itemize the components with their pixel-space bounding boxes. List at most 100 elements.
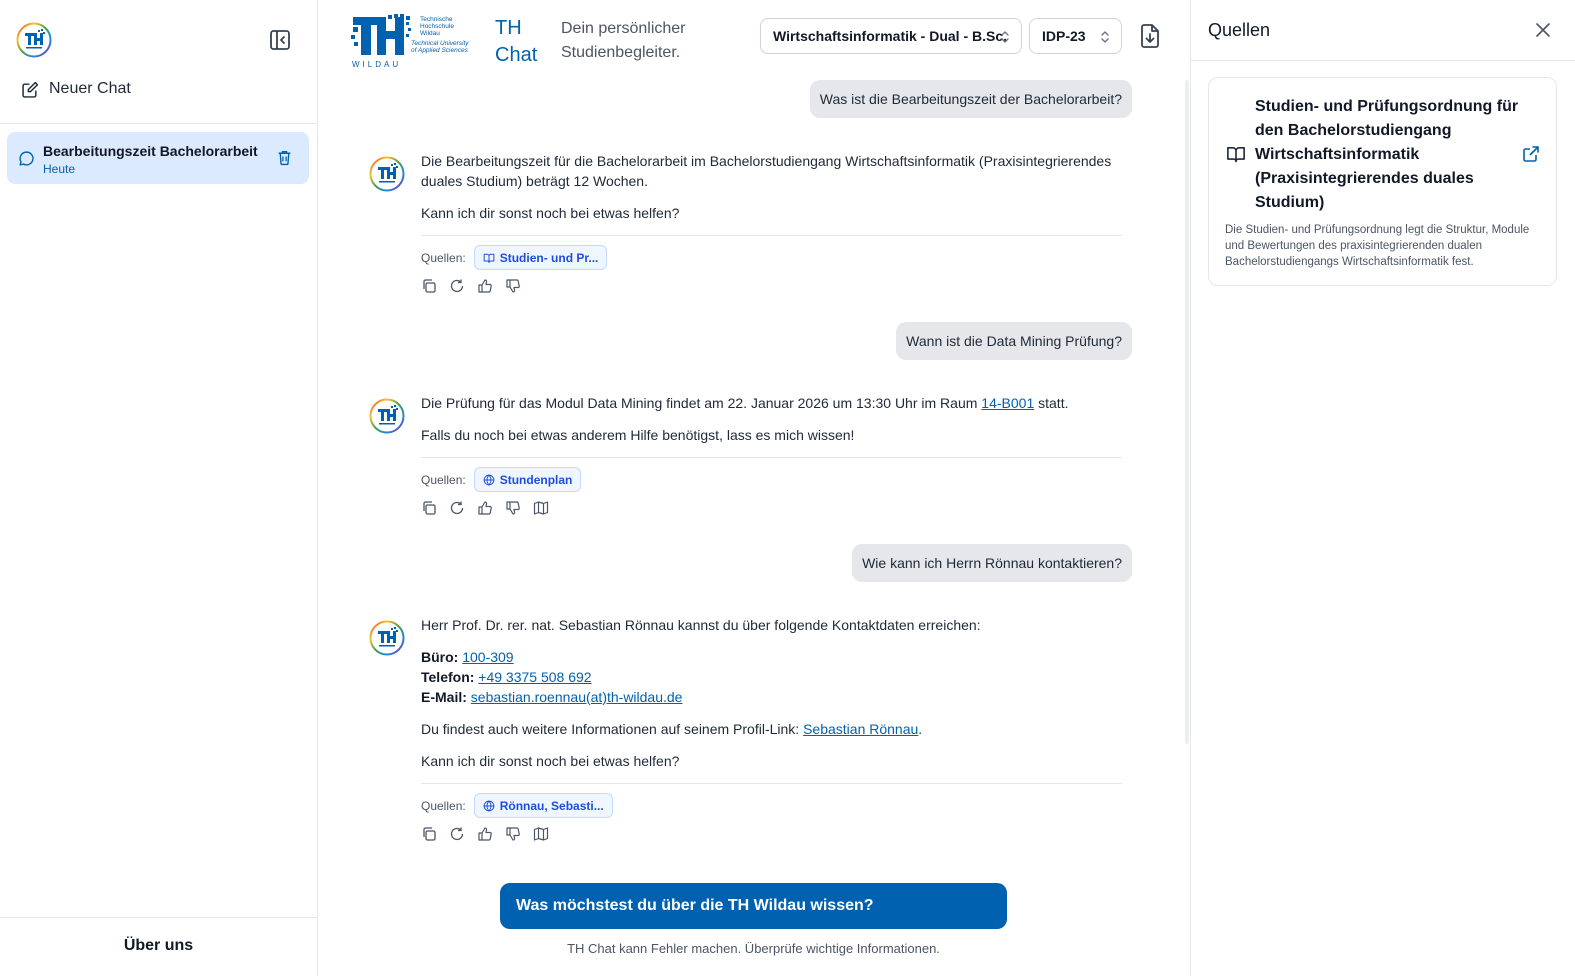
tagline-line2: Studienbegleiter. [561,44,681,61]
svg-text:Technical University: Technical University [411,40,469,47]
sources-row: Quellen: Studien- und Pr... [421,245,608,270]
chat-history-title: Bearbeitungszeit Bachelorarbeit [43,143,258,159]
message-paragraph: Die Prüfung für das Modul Data Mining fi… [421,393,1121,413]
source-chip[interactable]: Stundenplan [473,467,582,492]
regenerate-icon[interactable] [449,500,465,516]
user-message: Wann ist die Data Mining Prüfung? [896,322,1132,360]
svg-text:Hochschule: Hochschule [420,23,454,30]
thumbs-up-icon[interactable] [477,500,493,516]
message-actions [421,500,549,516]
chevron-up-down-icon [998,29,1012,45]
brand-title-line2: Chat [495,44,538,66]
map-icon[interactable] [533,826,549,842]
trash-icon[interactable] [276,149,293,166]
exam-regulation-select[interactable]: IDP-23 [1029,18,1122,54]
sources-label: Quellen: [421,250,466,265]
about-us-link[interactable]: Über uns [0,937,317,955]
message-paragraph: Kann ich dir sonst noch bei etwas helfen… [421,205,680,221]
assistant-avatar [369,398,405,434]
email-link[interactable]: sebastian.roennau(at)th-wildau.de [471,689,683,705]
user-message: Was ist die Bearbeitungszeit der Bachelo… [809,80,1132,118]
map-icon[interactable] [533,500,549,516]
message-paragraph: Falls du noch bei etwas anderem Hilfe be… [421,427,855,443]
message-actions [421,278,521,294]
globe-icon [483,474,495,486]
user-message: Wie kann ich Herrn Rönnau kontaktieren? [852,544,1132,582]
copy-icon[interactable] [421,278,437,294]
divider [0,123,317,124]
phone-link[interactable]: +49 3375 508 692 [478,669,591,685]
svg-text:WILDAU: WILDAU [352,60,401,69]
copy-icon[interactable] [421,826,437,842]
source-chip-label: Stundenplan [499,472,573,487]
brand-title: TH Chat [495,15,537,69]
thumbs-down-icon[interactable] [505,278,521,294]
message-text: Du findest auch weitere Informationen au… [421,721,804,737]
thumbs-up-icon[interactable] [477,826,493,842]
new-chat-button[interactable]: Neuer Chat [22,80,131,98]
regenerate-icon[interactable] [449,826,465,842]
source-chip[interactable]: Rönnau, Sebasti... [473,793,613,818]
close-icon[interactable] [1534,21,1552,39]
chat-history-item[interactable]: Bearbeitungszeit Bachelorarbeit Heute [7,132,309,184]
disclaimer: TH Chat kann Fehler machen. Überprüfe wi… [567,941,940,956]
room-link[interactable]: 14-B001 [981,395,1034,411]
message-paragraph: Die Bearbeitungszeit für die Bachelorarb… [421,153,1112,189]
chevron-up-down-icon [1098,29,1112,45]
message-paragraph: Du findest auch weitere Informationen au… [421,719,1121,739]
assistant-message: Herr Prof. Dr. rer. nat. Sebastian Rönna… [421,615,1121,771]
sidebar: Neuer Chat Bearbeitungszeit Bachelorarbe… [0,0,318,976]
sources-row: Quellen: Rönnau, Sebasti... [421,793,613,818]
contact-office: Büro: 100-309 [421,647,1121,667]
message-actions [421,826,549,842]
contact-label: Büro: [421,649,459,665]
source-card[interactable]: Studien- und Prüfungsordnung für den Bac… [1208,77,1557,286]
source-chip-label: Studien- und Pr... [499,250,599,265]
book-icon [483,252,495,264]
divider [1191,60,1575,61]
contact-phone: Telefon: +49 3375 508 692 [421,667,1121,687]
divider [0,917,317,918]
thumbs-down-icon[interactable] [505,826,521,842]
study-program-select[interactable]: Wirtschaftsinformatik - Dual - B.Sc. [760,18,1022,54]
tagline: Dein persönlicher Studienbegleiter. [561,17,686,65]
external-link-icon[interactable] [1522,145,1540,163]
chat-scrollbar[interactable] [1185,80,1189,744]
new-chat-label: Neuer Chat [49,80,131,97]
contact-label: E-Mail: [421,689,467,705]
message-text: statt. [1034,395,1069,411]
profile-link[interactable]: Sebastian Rönnau [803,721,918,737]
assistant-avatar [369,620,405,656]
thumbs-down-icon[interactable] [505,500,521,516]
edit-icon [22,81,39,98]
brand-title-line1: TH [495,17,522,39]
th-chat-logo-icon[interactable] [16,22,52,58]
book-icon [1225,144,1247,164]
tagline-line1: Dein persönlicher [561,20,686,37]
th-wildau-logo[interactable]: WILDAU Technische Hochschule Wildau Tech… [351,13,481,69]
sources-row: Quellen: Stundenplan [421,467,582,492]
sidebar-toggle-icon[interactable] [268,28,292,52]
assistant-avatar [369,156,405,192]
assistant-message: Die Prüfung für das Modul Data Mining fi… [421,393,1121,445]
svg-text:of Applied Sciences: of Applied Sciences [411,47,469,54]
copy-icon[interactable] [421,500,437,516]
message-paragraph: Kann ich dir sonst noch bei etwas helfen… [421,753,680,769]
source-chip[interactable]: Studien- und Pr... [473,245,608,270]
office-link[interactable]: 100-309 [462,649,513,665]
message-text: Die Prüfung für das Modul Data Mining fi… [421,395,982,411]
source-card-description: Die Studien- und Prüfungsordnung legt di… [1225,224,1530,268]
download-file-icon[interactable] [1138,23,1162,49]
source-card-title: Studien- und Prüfungsordnung für den Bac… [1255,98,1519,211]
ask-question-button[interactable]: Was möchstest du über die TH Wildau wiss… [500,883,1007,929]
regenerate-icon[interactable] [449,278,465,294]
globe-icon [483,800,495,812]
source-chip-label: Rönnau, Sebasti... [499,798,604,813]
message-paragraph: Herr Prof. Dr. rer. nat. Sebastian Rönna… [421,617,981,633]
divider [421,457,1122,458]
sources-panel-title: Quellen [1208,20,1271,40]
contact-label: Telefon: [421,669,475,685]
chat-history-date: Heute [43,162,76,176]
sources-label: Quellen: [421,472,466,487]
thumbs-up-icon[interactable] [477,278,493,294]
